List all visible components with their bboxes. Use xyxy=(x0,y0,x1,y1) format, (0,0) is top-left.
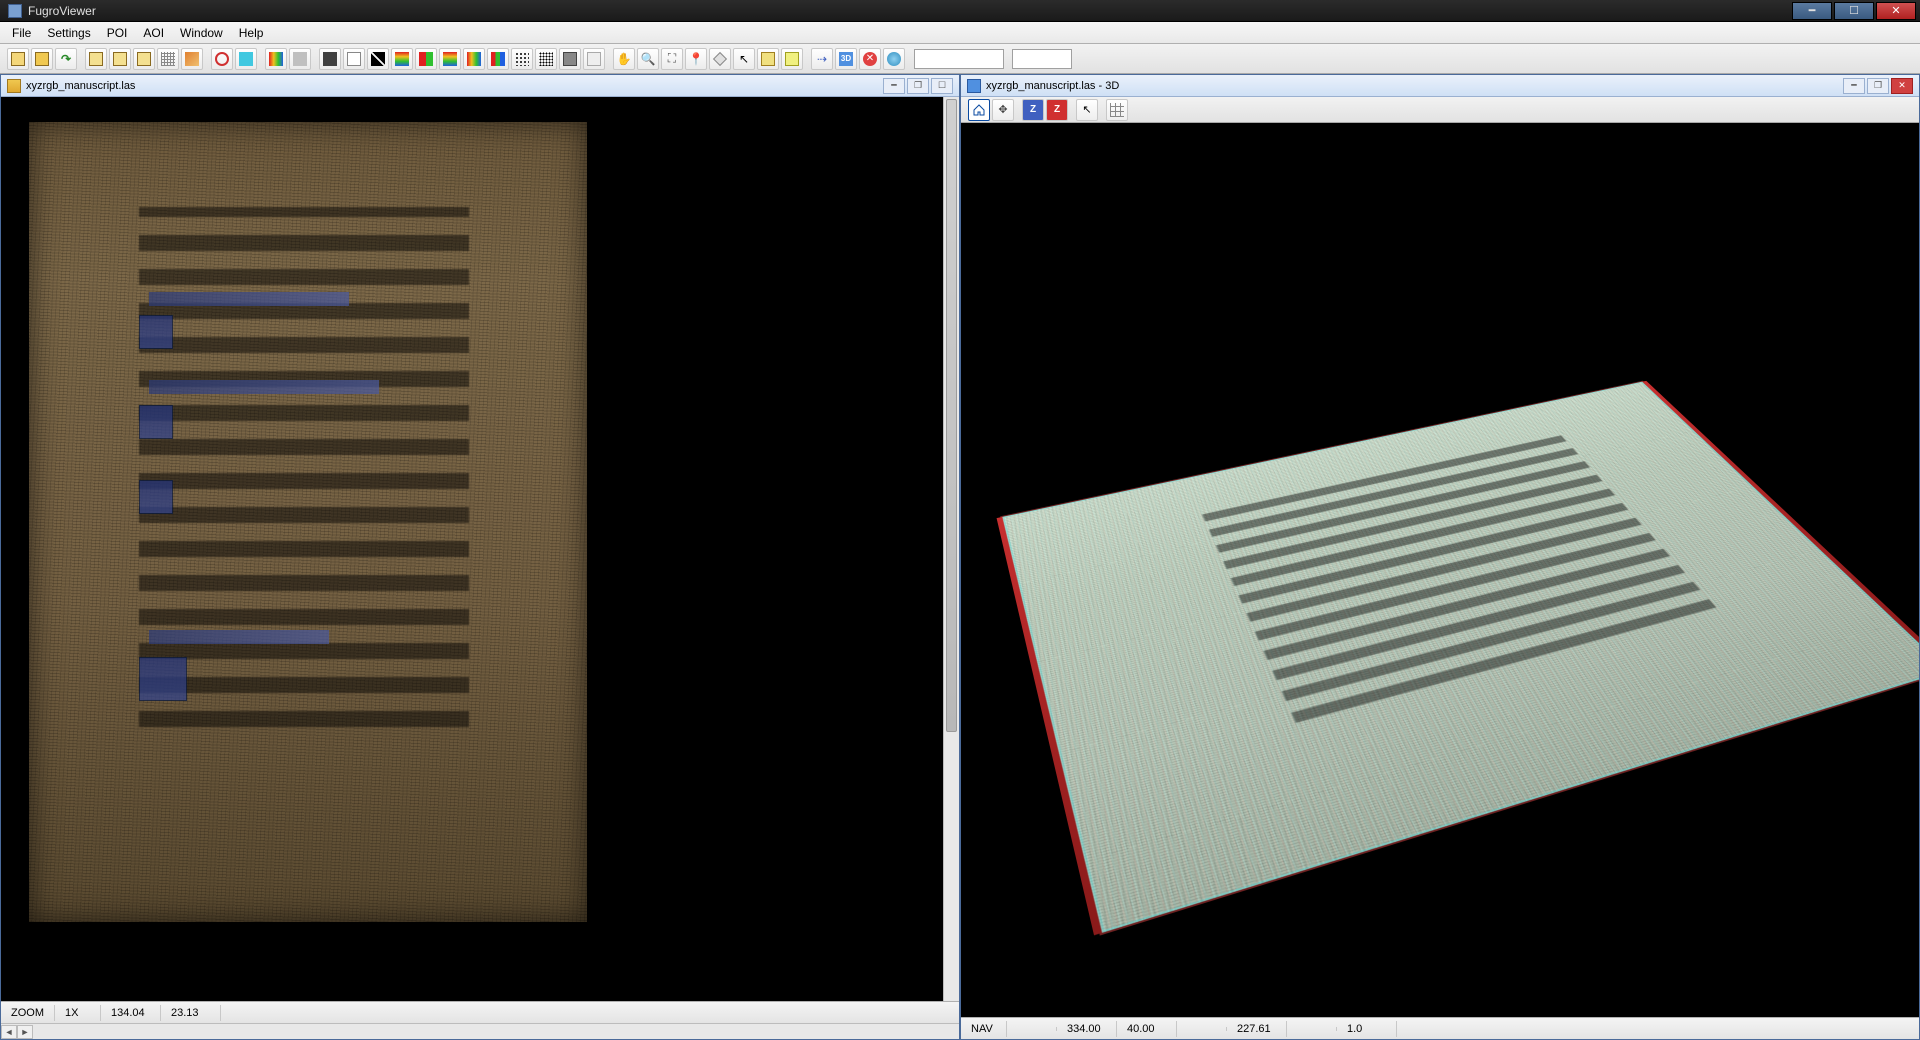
save-as-button[interactable] xyxy=(109,48,131,70)
manuscript-2d-render xyxy=(29,122,587,922)
rgb-ramp-button[interactable] xyxy=(439,48,461,70)
maximize-button[interactable]: ☐ xyxy=(1834,2,1874,20)
status-y: 23.13 xyxy=(161,1005,221,1021)
open-folder-button[interactable] xyxy=(31,48,53,70)
rgb-bars-button[interactable] xyxy=(487,48,509,70)
link-button[interactable]: ⇢ xyxy=(811,48,833,70)
measure-button[interactable] xyxy=(781,48,803,70)
menu-aoi[interactable]: AOI xyxy=(135,24,172,42)
view-2d[interactable] xyxy=(1,97,959,1001)
pan-button[interactable]: ✋ xyxy=(613,48,635,70)
marker-button[interactable] xyxy=(709,48,731,70)
rgb-ramp-2-button[interactable] xyxy=(463,48,485,70)
grid-button[interactable] xyxy=(157,48,179,70)
pane-2d-restore[interactable]: ❐ xyxy=(907,78,929,94)
status-3d-v4: 1.0 xyxy=(1337,1021,1397,1037)
save-button[interactable] xyxy=(85,48,107,70)
z-up-button[interactable]: Z xyxy=(1046,99,1068,121)
pane-2d-maximize[interactable]: ☐ xyxy=(931,78,953,94)
titlebar: FugroViewer ━ ☐ ✕ xyxy=(0,0,1920,22)
menu-poi[interactable]: POI xyxy=(99,24,136,42)
document-icon xyxy=(7,79,21,93)
point-density-button[interactable] xyxy=(511,48,533,70)
ruler-button[interactable] xyxy=(757,48,779,70)
tile-button[interactable] xyxy=(559,48,581,70)
pane-3d-minimize[interactable]: ━ xyxy=(1843,78,1865,94)
menu-settings[interactable]: Settings xyxy=(39,24,98,42)
pane-3d-toolbar: ✥ Z Z ↖ xyxy=(961,97,1919,123)
menu-window[interactable]: Window xyxy=(172,24,231,42)
color-ramp-button[interactable] xyxy=(265,48,287,70)
workspace: xyzrgb_manuscript.las ━ ❐ ☐ xyxy=(0,74,1920,1040)
status-3d-mode: NAV xyxy=(961,1021,1007,1037)
app-title: FugroViewer xyxy=(28,4,96,18)
dark-ramp-button[interactable] xyxy=(319,48,341,70)
menubar: File Settings POI AOI Window Help xyxy=(0,22,1920,44)
toolbar-input-b[interactable] xyxy=(1012,49,1072,69)
layers-button[interactable] xyxy=(181,48,203,70)
menu-file[interactable]: File xyxy=(4,24,39,42)
manuscript-3d-render xyxy=(1002,382,1919,933)
main-toolbar: ↷ ✋ 🔍 ⛶ 📍 ↖ ⇢ 3D xyxy=(0,44,1920,74)
target-button[interactable] xyxy=(211,48,233,70)
scrollbar-horizontal[interactable]: ◄ ► xyxy=(1,1023,959,1039)
clip-button[interactable] xyxy=(235,48,257,70)
options-button[interactable] xyxy=(583,48,605,70)
home-3d-button[interactable] xyxy=(968,99,990,121)
pane-3d-restore[interactable]: ❐ xyxy=(1867,78,1889,94)
contrast-button[interactable] xyxy=(367,48,389,70)
status-mode: ZOOM xyxy=(1,1005,55,1021)
pane-2d-titlebar[interactable]: xyzrgb_manuscript.las ━ ❐ ☐ xyxy=(1,75,959,97)
grey-ramp-button[interactable] xyxy=(289,48,311,70)
pane-2d: xyzrgb_manuscript.las ━ ❐ ☐ xyxy=(0,74,960,1040)
dense-points-button[interactable] xyxy=(535,48,557,70)
scrollbar-vertical[interactable] xyxy=(943,97,959,1001)
pin-button[interactable]: 📍 xyxy=(685,48,707,70)
elevation-ramp-button[interactable] xyxy=(391,48,413,70)
minimize-button[interactable]: ━ xyxy=(1792,2,1832,20)
status-3d-v3: 227.61 xyxy=(1227,1021,1287,1037)
pane-3d-title: xyzrgb_manuscript.las - 3D xyxy=(986,80,1119,92)
grid-3d-button[interactable] xyxy=(1106,99,1128,121)
globe-button[interactable] xyxy=(883,48,905,70)
zoom-box-button[interactable]: ⛶ xyxy=(661,48,683,70)
rg-ramp-button[interactable] xyxy=(415,48,437,70)
pane-3d-titlebar[interactable]: xyzrgb_manuscript.las - 3D ━ ❐ ✕ xyxy=(961,75,1919,97)
select-3d-button[interactable]: ↖ xyxy=(1076,99,1098,121)
redo-button[interactable]: ↷ xyxy=(55,48,77,70)
menu-help[interactable]: Help xyxy=(231,24,272,42)
export-button[interactable] xyxy=(133,48,155,70)
close-button[interactable]: ✕ xyxy=(1876,2,1916,20)
pane-2d-statusbar: ZOOM 1X 134.04 23.13 xyxy=(1,1001,959,1023)
pick-3d-button[interactable]: ✥ xyxy=(992,99,1014,121)
status-zoom: 1X xyxy=(55,1005,101,1021)
3d-button[interactable]: 3D xyxy=(835,48,857,70)
cube-3d-icon xyxy=(967,79,981,93)
bw-button[interactable] xyxy=(343,48,365,70)
status-3d-v1: 334.00 xyxy=(1057,1021,1117,1037)
status-3d-v2: 40.00 xyxy=(1117,1021,1177,1037)
cancel-button[interactable]: ✕ xyxy=(859,48,881,70)
pane-3d-statusbar: NAV 334.00 40.00 227.61 1.0 xyxy=(961,1017,1919,1039)
z-down-button[interactable]: Z xyxy=(1022,99,1044,121)
zoom-in-button[interactable]: 🔍 xyxy=(637,48,659,70)
scroll-left-arrow[interactable]: ◄ xyxy=(1,1025,17,1039)
open-file-button[interactable] xyxy=(7,48,29,70)
pane-2d-minimize[interactable]: ━ xyxy=(883,78,905,94)
pick-button[interactable]: ↖ xyxy=(733,48,755,70)
view-3d[interactable] xyxy=(961,123,1919,1017)
pane-2d-title: xyzrgb_manuscript.las xyxy=(26,80,135,92)
app-icon xyxy=(8,4,22,18)
status-x: 134.04 xyxy=(101,1005,161,1021)
pane-3d-close[interactable]: ✕ xyxy=(1891,78,1913,94)
scroll-right-arrow[interactable]: ► xyxy=(17,1025,33,1039)
pane-3d: xyzrgb_manuscript.las - 3D ━ ❐ ✕ ✥ Z Z ↖ xyxy=(960,74,1920,1040)
toolbar-input-a[interactable] xyxy=(914,49,1004,69)
